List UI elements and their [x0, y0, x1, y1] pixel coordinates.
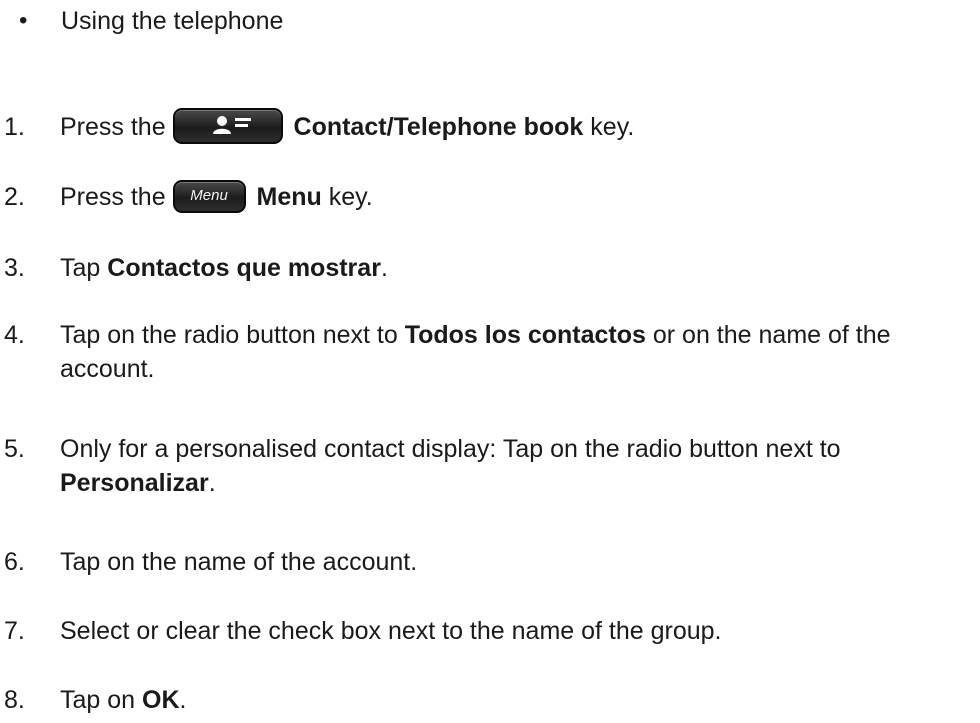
step-post-text: .	[179, 686, 187, 714]
step-text: Only for a personalised contact display:…	[60, 432, 980, 500]
step-post-text: key.	[583, 113, 635, 141]
step-number: 8.	[4, 686, 25, 714]
step-number: 5.	[4, 435, 25, 463]
step-pre-text: Only for a personalised contact display:…	[60, 435, 841, 463]
bullet-text: Using the telephone	[61, 7, 284, 35]
step-bold-text: Contactos que mostrar	[107, 254, 381, 282]
contact-telephone-book-key-icon	[172, 108, 283, 145]
step-text: Tap on the name of the account.	[60, 548, 418, 576]
step-text: Select or clear the check box next to th…	[60, 617, 722, 645]
step-bold-text: OK	[142, 686, 180, 714]
step-post-text: .	[208, 469, 216, 497]
step-bold-text: Menu	[256, 183, 322, 211]
step-text: Tap on OK.	[60, 683, 980, 717]
step-pre-text: Press the	[60, 183, 166, 211]
step-bold-text: Todos los contactos	[404, 321, 646, 349]
step-number: 3.	[4, 254, 25, 282]
menu-key-label: Menu	[190, 186, 228, 204]
step-text: Tap on the radio button next to Todos lo…	[60, 318, 980, 386]
step-pre-text: Press the	[60, 113, 166, 141]
step-number: 4.	[4, 321, 25, 349]
step-post-text: key.	[321, 183, 373, 211]
step-text: Press the Menu Menu key.	[60, 179, 980, 214]
step-pre-text: Tap	[60, 254, 108, 282]
bullet-symbol: •	[19, 7, 28, 34]
menu-key-icon: Menu	[172, 179, 246, 213]
step-text: Press the Contact/Telephone book key.	[60, 108, 980, 145]
step-number: 2.	[4, 183, 25, 211]
step-bold-text: Personalizar	[60, 469, 209, 497]
step-text: Tap Contactos que mostrar.	[60, 251, 980, 285]
step-post-text: .	[380, 254, 388, 282]
step-number: 1.	[4, 113, 25, 141]
step-number: 6.	[4, 548, 25, 576]
step-bold-text: Contact/Telephone book	[293, 113, 584, 141]
step-pre-text: Tap on the radio button next to	[60, 321, 405, 349]
step-number: 7.	[4, 617, 25, 645]
step-pre-text: Tap on	[60, 686, 143, 714]
section-bullet: • Using the telephone	[19, 4, 283, 38]
